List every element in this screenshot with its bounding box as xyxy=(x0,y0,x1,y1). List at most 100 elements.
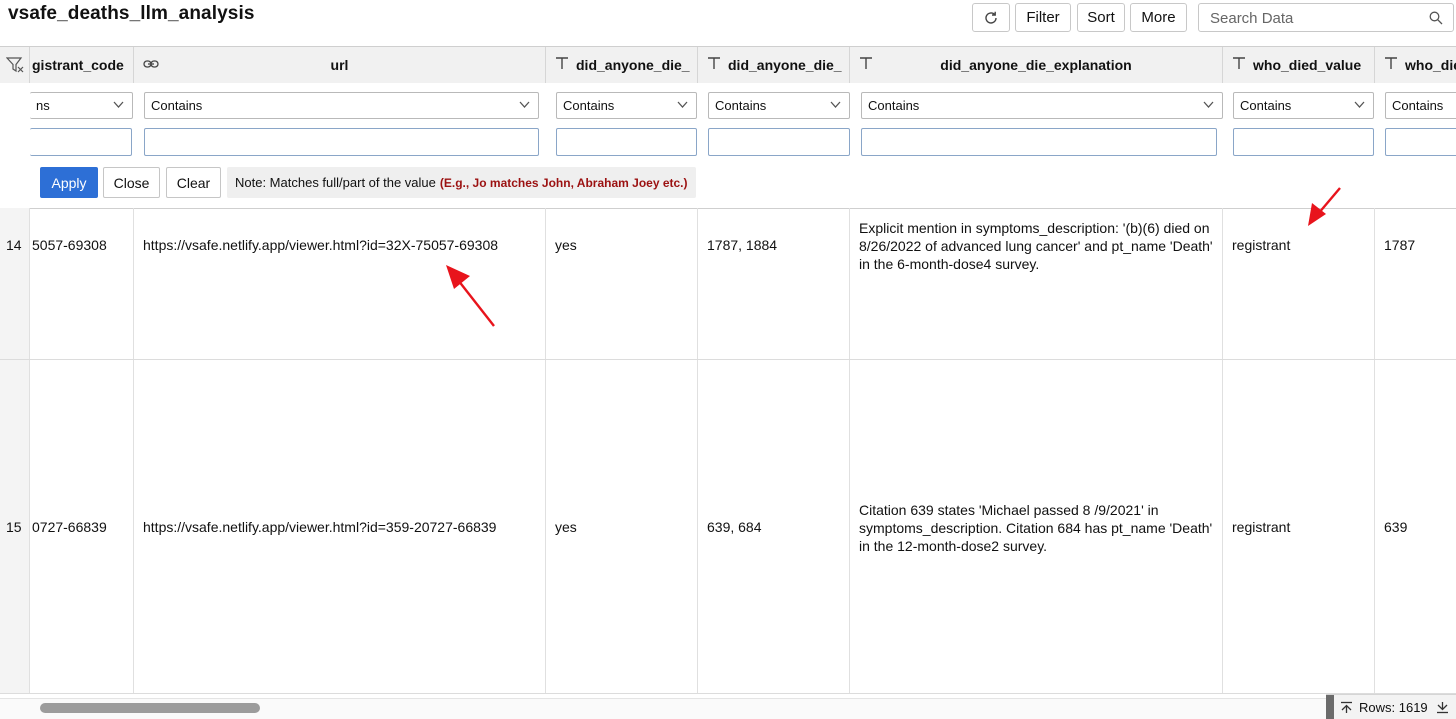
filter-operator-value: Contains xyxy=(1392,98,1444,113)
table-row[interactable]: 15 0727-66839 https://vsafe.netlify.app/… xyxy=(0,360,1456,694)
cell-text: Explicit mention in symptoms_description… xyxy=(859,220,1213,272)
scrollbar-thumb[interactable] xyxy=(40,703,260,713)
cell-registrant-code[interactable]: 5057-69308 xyxy=(30,208,134,359)
cell-text: 639, 684 xyxy=(707,519,762,535)
cell-url[interactable]: https://vsafe.netlify.app/viewer.html?id… xyxy=(134,208,546,359)
filter-note: Note: Matches full/part of the value (E.… xyxy=(227,167,696,198)
refresh-icon xyxy=(985,11,997,24)
cell-text: 639 xyxy=(1384,519,1408,535)
clear-button[interactable]: Clear xyxy=(166,167,221,198)
filter-operator-value: Contains xyxy=(868,98,920,113)
column-header-did-anyone-die-1[interactable]: did_anyone_die_ xyxy=(546,47,698,83)
cell-registrant-code[interactable]: 0727-66839 xyxy=(30,360,134,693)
search-icon[interactable] xyxy=(1429,11,1443,25)
column-header-label: did_anyone_die_ xyxy=(728,57,842,73)
column-header-who-died[interactable]: who_die xyxy=(1375,47,1456,83)
column-header-label: who_died_value xyxy=(1253,57,1362,73)
cell-text: Citation 639 states 'Michael passed 8 /9… xyxy=(859,502,1213,554)
apply-button[interactable]: Apply xyxy=(40,167,98,198)
filter-operator-select[interactable]: Contains xyxy=(861,92,1223,119)
search-box[interactable] xyxy=(1198,3,1454,32)
sort-button[interactable]: Sort xyxy=(1077,3,1125,32)
column-header-did-anyone-die-explanation[interactable]: did_anyone_die_explanation xyxy=(850,47,1223,83)
filter-value-input[interactable] xyxy=(708,128,850,156)
cell-explanation[interactable]: Explicit mention in symptoms_description… xyxy=(850,208,1223,359)
cell-explanation[interactable]: Citation 639 states 'Michael passed 8 /9… xyxy=(850,360,1223,693)
url-link[interactable]: https://vsafe.netlify.app/viewer.html?id… xyxy=(143,519,496,535)
row-number-label: 15 xyxy=(6,519,22,535)
chevron-down-icon xyxy=(1354,101,1365,108)
filter-operator-select[interactable]: ns xyxy=(30,92,133,119)
filter-value-input[interactable] xyxy=(556,128,697,156)
cell-did-anyone-die-2[interactable]: 639, 684 xyxy=(698,360,850,693)
filter-button[interactable]: Filter xyxy=(1015,3,1071,32)
cell-who-died-value[interactable]: registrant xyxy=(1223,360,1375,693)
filter-operator-select[interactable]: Contains xyxy=(144,92,539,119)
rows-count: Rows: 1619 xyxy=(1359,699,1428,715)
text-type-icon xyxy=(708,57,720,69)
column-header-who-died-value[interactable]: who_died_value xyxy=(1223,47,1375,83)
cell-url[interactable]: https://vsafe.netlify.app/viewer.html?id… xyxy=(134,360,546,693)
url-link[interactable]: https://vsafe.netlify.app/viewer.html?id… xyxy=(143,237,498,253)
page-title: vsafe_deaths_llm_analysis xyxy=(8,3,255,24)
text-type-icon xyxy=(1385,57,1397,69)
filter-value-input[interactable] xyxy=(861,128,1217,156)
cell-text: 0727-66839 xyxy=(32,519,107,535)
column-header-label: did_anyone_die_ xyxy=(576,57,690,73)
cell-did-anyone-die-1[interactable]: yes xyxy=(546,208,698,359)
cell-did-anyone-die-2[interactable]: 1787, 1884 xyxy=(698,208,850,359)
search-input[interactable] xyxy=(1208,9,1422,28)
column-header-url[interactable]: url xyxy=(134,47,546,83)
column-header-did-anyone-die-2[interactable]: did_anyone_die_ xyxy=(698,47,850,83)
filter-value-input[interactable] xyxy=(30,128,132,156)
refresh-button[interactable] xyxy=(972,3,1010,32)
chevron-down-icon xyxy=(113,101,124,108)
filter-operator-value: Contains xyxy=(1240,98,1292,113)
chevron-down-icon xyxy=(677,101,688,108)
cell-who-died[interactable]: 1787 xyxy=(1375,208,1456,359)
row-number: 15 xyxy=(0,360,30,693)
cell-text: yes xyxy=(555,237,577,253)
chevron-down-icon xyxy=(1203,101,1214,108)
column-header-label: who_die xyxy=(1405,57,1456,73)
filter-operator-value: Contains xyxy=(151,98,203,113)
filter-toggle-cell[interactable] xyxy=(0,47,30,83)
column-header-registrant-code[interactable]: gistrant_code xyxy=(30,47,134,83)
column-header-label: gistrant_code xyxy=(32,57,124,73)
chevron-down-icon xyxy=(519,101,530,108)
close-button[interactable]: Close xyxy=(103,167,160,198)
cell-text: yes xyxy=(555,519,577,535)
filter-value-input[interactable] xyxy=(1385,128,1456,156)
cell-text: registrant xyxy=(1232,519,1291,535)
column-header-label: url xyxy=(330,57,349,73)
rows-footer: Rows: 1619 xyxy=(1326,694,1456,719)
filter-operator-select[interactable]: Contains xyxy=(708,92,850,119)
cell-text: 1787 xyxy=(1384,237,1416,253)
cell-who-died[interactable]: 639 xyxy=(1375,360,1456,693)
filter-funnel-icon[interactable] xyxy=(6,56,24,74)
filter-operator-select[interactable]: Contains xyxy=(1233,92,1374,119)
cell-did-anyone-die-1[interactable]: yes xyxy=(546,360,698,693)
filter-operator-select[interactable]: Contains xyxy=(1385,92,1456,119)
cell-text: 5057-69308 xyxy=(32,237,107,253)
table-row[interactable]: 14 5057-69308 https://vsafe.netlify.app/… xyxy=(0,208,1456,360)
row-number-label: 14 xyxy=(6,237,22,253)
more-button[interactable]: More xyxy=(1130,3,1187,32)
scroll-bottom-icon[interactable] xyxy=(1436,701,1449,714)
filter-operator-value: Contains xyxy=(715,98,767,113)
filter-note-example: (E.g., Jo matches John, Abraham Joey etc… xyxy=(439,175,688,190)
column-header-row: gistrant_code url did_anyone_die_ did_an… xyxy=(0,46,1456,84)
filter-value-input[interactable] xyxy=(144,128,539,156)
filter-value-input[interactable] xyxy=(1233,128,1374,156)
footer-collapse-tab[interactable] xyxy=(1326,695,1334,719)
cell-text: registrant xyxy=(1232,237,1291,253)
cell-text: 1787, 1884 xyxy=(707,237,778,253)
scroll-top-icon[interactable] xyxy=(1340,701,1353,714)
row-number: 14 xyxy=(0,208,30,359)
filter-note-text: Note: Matches full/part of the value xyxy=(235,175,436,190)
text-type-icon xyxy=(1233,57,1245,69)
filter-operator-value: Contains xyxy=(563,98,615,113)
cell-who-died-value[interactable]: registrant xyxy=(1223,208,1375,359)
filter-operator-select[interactable]: Contains xyxy=(556,92,697,119)
horizontal-scrollbar[interactable] xyxy=(0,698,1326,719)
